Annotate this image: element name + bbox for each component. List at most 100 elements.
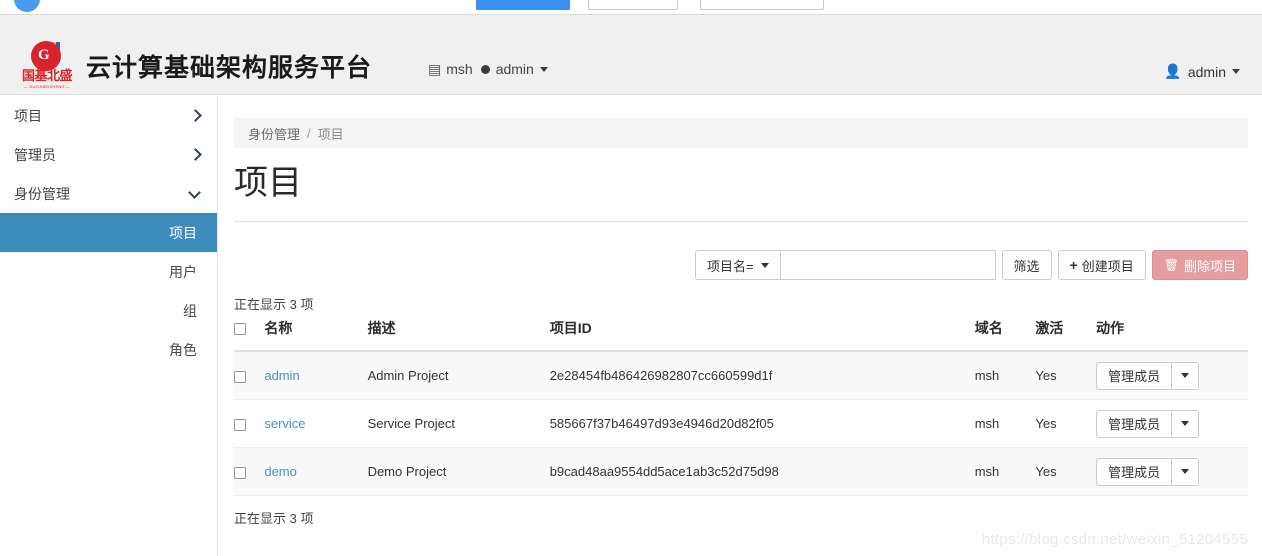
header-enabled[interactable]: 激活 <box>1035 318 1097 352</box>
blue-circle-icon <box>14 0 40 12</box>
row-actions-dropdown-toggle[interactable] <box>1172 361 1200 390</box>
sidebar-item-label: 角色 <box>169 341 197 358</box>
breadcrumb-parent[interactable]: 身份管理 <box>248 124 300 143</box>
caret-down-icon <box>1181 421 1190 426</box>
filter-button[interactable]: 筛选 <box>1001 250 1052 280</box>
strip-secondary-button-a[interactable] <box>588 0 678 10</box>
row-actions-cell: 管理成员 <box>1096 351 1248 400</box>
projects-table: 名称 描述 项目ID 域名 激活 动作 admin Admin Project … <box>234 318 1248 496</box>
caret-down-icon <box>1232 69 1240 74</box>
row-action-group: 管理成员 <box>1096 409 1200 438</box>
sidebar-group-label: 管理员 <box>14 146 56 163</box>
sidebar-item-label: 用户 <box>169 263 197 280</box>
row-select-cell <box>234 351 265 400</box>
sidebar-group-label: 身份管理 <box>14 185 70 202</box>
caret-down-icon <box>539 66 548 72</box>
chevron-right-icon <box>189 110 201 122</box>
building-icon: ▤ <box>428 61 442 77</box>
search-input[interactable] <box>780 250 996 280</box>
filter-field-label: 项目名= <box>706 258 754 274</box>
sidebar-item-roles[interactable]: 角色 <box>0 330 217 369</box>
create-project-label: 创建项目 <box>1081 258 1134 274</box>
row-actions-dropdown-toggle[interactable] <box>1172 457 1200 486</box>
sidebar-group-identity[interactable]: 身份管理 <box>0 174 217 213</box>
user-menu[interactable]: 👤 admin <box>1164 63 1240 80</box>
row-domain-cell: msh <box>974 351 1036 400</box>
row-project-id-cell: 2e28454fb486426982807cc660599d1f <box>549 351 975 400</box>
watermark: https://blog.csdn.net/weixin_51204555 <box>981 531 1248 548</box>
brand[interactable]: G 国基北盛 — GUOJIBEISHENG — 云计算基础架构服务平台 <box>18 41 372 91</box>
row-select-cell <box>234 447 265 496</box>
row-checkbox[interactable] <box>234 466 246 479</box>
project-name-link[interactable]: service <box>264 416 305 431</box>
browser-top-strip <box>0 0 1262 15</box>
row-enabled-cell: Yes <box>1035 351 1097 400</box>
table-row: service Service Project 585667f37b46497d… <box>234 399 1248 448</box>
row-enabled-cell: Yes <box>1035 447 1097 496</box>
row-actions-dropdown-toggle[interactable] <box>1172 409 1200 438</box>
row-domain-cell: msh <box>974 399 1036 448</box>
manage-members-button[interactable]: 管理成员 <box>1096 361 1173 390</box>
delete-project-label: 删除项目 <box>1183 258 1236 274</box>
header-project-id[interactable]: 项目ID <box>549 318 975 352</box>
strip-primary-button[interactable] <box>476 0 570 10</box>
row-description-cell: Service Project <box>367 399 550 448</box>
trash-icon: 🗑 <box>1163 258 1179 272</box>
caret-down-icon <box>760 262 769 268</box>
sidebar-item-label: 项目 <box>169 224 197 241</box>
manage-members-button[interactable]: 管理成员 <box>1096 457 1173 486</box>
app-header: G 国基北盛 — GUOJIBEISHENG — 云计算基础架构服务平台 ▤ m… <box>0 15 1262 95</box>
plus-icon: + <box>1069 257 1078 273</box>
project-name-link[interactable]: admin <box>264 368 299 383</box>
create-project-button[interactable]: + 创建项目 <box>1057 250 1146 280</box>
row-action-group: 管理成员 <box>1096 361 1200 390</box>
select-all-checkbox[interactable] <box>234 323 246 336</box>
header-actions: 动作 <box>1096 318 1248 352</box>
row-checkbox[interactable] <box>234 370 246 383</box>
filter-button-label: 筛选 <box>1013 258 1040 274</box>
row-actions-cell: 管理成员 <box>1096 399 1248 448</box>
logo-chinese-name: 国基北盛 <box>21 69 73 84</box>
row-name-cell: admin <box>264 351 368 400</box>
main-content: 身份管理 / 项目 项目 项目名= 筛选 + 创建项目 🗑 删除项目 正在显示 … <box>218 96 1262 556</box>
row-domain-cell: msh <box>974 447 1036 496</box>
row-checkbox[interactable] <box>234 418 246 431</box>
table-header-row: 名称 描述 项目ID 域名 激活 动作 <box>234 318 1248 352</box>
sidebar-item-users[interactable]: 用户 <box>0 252 217 291</box>
project-name-link[interactable]: demo <box>264 464 297 479</box>
chevron-down-icon <box>189 188 201 200</box>
row-actions-cell: 管理成员 <box>1096 447 1248 496</box>
row-name-cell: service <box>264 399 368 448</box>
table-row: demo Demo Project b9cad48aa9554dd5ace1ab… <box>234 447 1248 496</box>
user-icon: 👤 <box>1164 63 1182 79</box>
row-description-cell: Admin Project <box>367 351 550 400</box>
breadcrumb-current: 项目 <box>317 126 344 142</box>
row-project-id-cell: 585667f37b46497d93e4946d20d82f05 <box>549 399 975 448</box>
header-name[interactable]: 名称 <box>264 318 368 352</box>
context-project-label: admin <box>495 61 534 77</box>
breadcrumb-separator: / <box>307 125 311 141</box>
breadcrumb: 身份管理 / 项目 <box>234 118 1248 148</box>
caret-down-icon <box>1181 373 1190 378</box>
platform-title: 云计算基础架构服务平台 <box>86 53 373 82</box>
page-title: 项目 <box>234 163 302 203</box>
sidebar-item-projects[interactable]: 项目 <box>0 213 217 252</box>
record-count-top: 正在显示 3 项 <box>234 297 314 312</box>
row-project-id-cell: b9cad48aa9554dd5ace1ab3c52d75d98 <box>549 447 975 496</box>
sidebar-group-project[interactable]: 项目 <box>0 96 217 135</box>
caret-down-icon <box>1181 469 1190 474</box>
user-menu-label: admin <box>1187 63 1226 80</box>
sidebar-group-admin[interactable]: 管理员 <box>0 135 217 174</box>
header-domain[interactable]: 域名 <box>974 318 1036 352</box>
sidebar-item-groups[interactable]: 组 <box>0 291 217 330</box>
strip-secondary-button-b[interactable] <box>700 0 824 10</box>
manage-members-button[interactable]: 管理成员 <box>1096 409 1173 438</box>
filter-field-select[interactable]: 项目名= <box>694 250 781 280</box>
delete-project-button[interactable]: 🗑 删除项目 <box>1151 250 1248 280</box>
row-description-cell: Demo Project <box>367 447 550 496</box>
circle-dot-icon <box>480 64 490 74</box>
company-logo-icon: G 国基北盛 — GUOJIBEISHENG — <box>18 41 76 91</box>
select-all-header <box>234 318 265 352</box>
header-description[interactable]: 描述 <box>367 318 550 352</box>
context-switcher[interactable]: ▤ msh admin <box>428 61 548 77</box>
